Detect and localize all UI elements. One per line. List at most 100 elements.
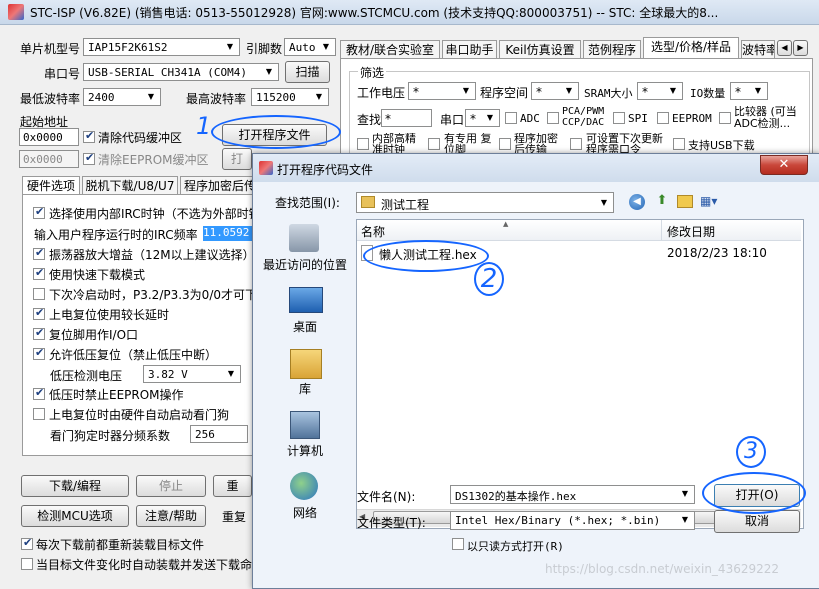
- download-button[interactable]: 下载/编程: [21, 475, 129, 497]
- amp-label: 振荡器放大增益（12M以上建议选择）: [49, 248, 255, 262]
- tab-textbook[interactable]: 教材/联合实验室: [340, 40, 440, 58]
- reset-pin-checkbox[interactable]: [428, 138, 440, 150]
- fast-dl-label: 使用快速下载模式: [49, 268, 146, 282]
- eeprom-checkbox[interactable]: [657, 112, 669, 124]
- annotation-circle-2: [363, 240, 489, 272]
- encrypt-checkbox[interactable]: [499, 138, 511, 150]
- adc-checkbox[interactable]: [505, 112, 517, 124]
- tab-serial-assistant[interactable]: 串口助手: [442, 40, 497, 58]
- low-volt-select[interactable]: 3.82 V ▼: [143, 365, 241, 383]
- place-library[interactable]: 库: [259, 380, 351, 397]
- chevron-down-icon: ▼: [315, 92, 323, 101]
- voltage-label: 工作电压: [357, 86, 406, 100]
- new-folder-icon[interactable]: [677, 195, 693, 208]
- window-title: STC-ISP (V6.82E) (销售电话: 0513-55012928) 官…: [30, 6, 719, 20]
- chevron-down-icon: ▼: [669, 86, 677, 95]
- adc-label: ADC: [520, 112, 540, 125]
- recent-places-icon[interactable]: [289, 224, 319, 252]
- compare-label: 比较器 (可当 ADC检测...: [734, 106, 797, 130]
- close-icon[interactable]: ✕: [760, 155, 808, 175]
- check-mcu-button[interactable]: 检测MCU选项: [21, 505, 129, 527]
- tab-selection[interactable]: 选型/价格/样品: [643, 37, 739, 58]
- help-button[interactable]: 注意/帮助: [136, 505, 206, 527]
- tab-scroll-right[interactable]: ▶: [793, 40, 808, 56]
- start-addr-input[interactable]: 0x0000: [19, 128, 79, 146]
- chevron-down-icon: ▼: [754, 86, 762, 95]
- reset-io-label: 复位脚用作I/O口: [49, 328, 139, 342]
- min-baud-select[interactable]: 2400 ▼: [83, 88, 161, 106]
- usb-checkbox[interactable]: [673, 138, 685, 150]
- port-select[interactable]: USB-SERIAL CH341A (COM4) ▼: [83, 63, 279, 81]
- readonly-checkbox[interactable]: [452, 538, 464, 550]
- io-select[interactable]: * ▼: [730, 82, 768, 100]
- tab-scroll-left[interactable]: ◀: [777, 40, 792, 56]
- reload-each-checkbox[interactable]: [21, 536, 33, 550]
- mcu-select[interactable]: IAP15F2K61S2 ▼: [83, 38, 240, 56]
- library-icon[interactable]: [290, 349, 322, 379]
- reprogram-button[interactable]: 重: [213, 475, 252, 497]
- tab-keil[interactable]: Keil仿真设置: [499, 40, 581, 58]
- low-volt-eeprom-checkbox[interactable]: [33, 386, 45, 400]
- eeprom-addr-input[interactable]: 0x0000: [19, 150, 79, 168]
- password-checkbox[interactable]: [570, 138, 582, 150]
- wdt-select[interactable]: 256: [190, 425, 248, 443]
- max-baud-select[interactable]: 115200 ▼: [251, 88, 329, 106]
- prog-space-select[interactable]: * ▼: [531, 82, 579, 100]
- cold-boot-checkbox[interactable]: [33, 288, 45, 300]
- computer-icon[interactable]: [290, 411, 320, 439]
- col-name[interactable]: 名称: [361, 223, 385, 240]
- pin-select[interactable]: Auto ▼: [284, 38, 336, 56]
- place-network[interactable]: 网络: [259, 504, 351, 521]
- pca-checkbox[interactable]: [547, 112, 559, 124]
- sort-up-icon: ▲: [503, 220, 509, 228]
- chevron-down-icon: ▼: [265, 67, 273, 76]
- open-eeprom-button[interactable]: 打: [222, 148, 252, 170]
- sram-select[interactable]: * ▼: [637, 82, 683, 100]
- watchdog-checkbox[interactable]: [33, 408, 45, 420]
- irc-checkbox[interactable]: [33, 205, 45, 219]
- tab-encrypt[interactable]: 程序加密后传: [180, 176, 260, 194]
- fast-dl-checkbox[interactable]: [33, 266, 45, 280]
- network-icon[interactable]: [290, 472, 318, 500]
- up-folder-icon[interactable]: ⬆: [654, 193, 670, 209]
- amp-checkbox[interactable]: [33, 246, 45, 260]
- compare-checkbox[interactable]: [719, 112, 731, 124]
- uart-select[interactable]: * ▼: [465, 109, 500, 127]
- filename-input[interactable]: DS1302的基本操作.hex ▼: [450, 485, 695, 504]
- back-icon[interactable]: ◀: [629, 194, 645, 210]
- chevron-down-icon: ▼: [226, 42, 234, 51]
- low-volt-reset-checkbox[interactable]: [33, 346, 45, 360]
- place-computer[interactable]: 计算机: [259, 442, 351, 459]
- scan-button[interactable]: 扫描: [285, 61, 330, 83]
- place-recent[interactable]: 最近访问的位置: [259, 256, 351, 273]
- irc-freq-input[interactable]: 11.0592: [203, 226, 252, 241]
- desktop-icon[interactable]: [289, 287, 323, 313]
- lookin-select[interactable]: 测试工程 ▼: [356, 192, 614, 213]
- clear-code-checkbox[interactable]: [83, 129, 95, 143]
- chevron-down-icon: ▼: [486, 113, 494, 122]
- reset-delay-checkbox[interactable]: [33, 306, 45, 320]
- tab-baud[interactable]: 波特率: [741, 40, 775, 58]
- filetype-select[interactable]: Intel Hex/Binary (*.hex; *.bin) ▼: [450, 511, 695, 530]
- dialog-title: 打开程序代码文件: [277, 163, 374, 177]
- internal-clock-checkbox[interactable]: [357, 138, 369, 150]
- tab-examples[interactable]: 范例程序: [583, 40, 641, 58]
- stop-button[interactable]: 停止: [136, 475, 206, 497]
- annotation-number-1: 1: [196, 112, 212, 140]
- reset-io-checkbox[interactable]: [33, 326, 45, 340]
- voltage-select[interactable]: * ▼: [408, 82, 476, 100]
- tab-hardware[interactable]: 硬件选项: [22, 176, 80, 194]
- place-desktop[interactable]: 桌面: [259, 318, 351, 335]
- reload-each-label: 每次下载前都重新装载目标文件: [36, 538, 205, 552]
- min-baud-label: 最低波特率: [20, 92, 81, 106]
- auto-reload-checkbox[interactable]: [21, 558, 33, 570]
- clear-eeprom-checkbox[interactable]: [83, 151, 95, 165]
- tab-offline[interactable]: 脱机下载/U8/U7: [82, 176, 178, 194]
- search-input[interactable]: *: [381, 109, 432, 127]
- spi-checkbox[interactable]: [613, 112, 625, 124]
- col-date[interactable]: 修改日期: [667, 223, 715, 240]
- annotation-circle-3: [702, 472, 806, 514]
- view-menu-icon[interactable]: ▦▾: [700, 194, 724, 210]
- filter-group-label: 筛选: [358, 64, 387, 81]
- file-date: 2018/2/23 18:10: [667, 246, 767, 260]
